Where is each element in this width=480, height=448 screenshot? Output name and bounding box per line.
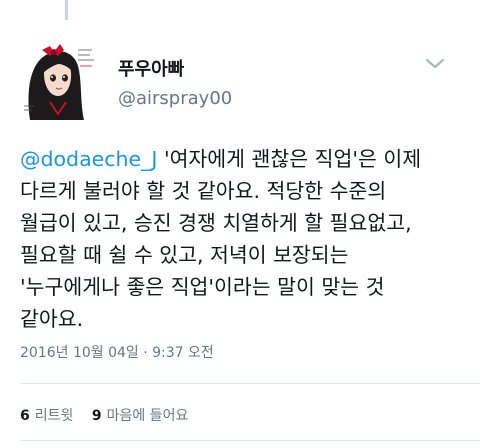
tweet-text-line-2: 다르게 불러야 할 것 같아요. 적당한 수준의 <box>20 179 387 203</box>
tweet-text-line-6: 같아요. <box>20 307 84 331</box>
tweet-text-line-4: 필요할 때 쉴 수 있고, 저녁이 보장되는 <box>20 243 349 267</box>
tweet-text: @dodaeche_J '여자에게 괜찮은 직업'은 이제 다르게 불러야 할 … <box>20 143 468 335</box>
tweet-text-line-5: '누구에게나 좋은 직업'이라는 말이 맞는 것 <box>20 275 385 299</box>
bottom-divider <box>20 440 480 441</box>
tweet-text-line-3: 월급이 있고, 승진 경쟁 치열하게 할 필요없고, <box>20 211 412 235</box>
tweet-text-line: @dodaeche_J '여자에게 괜찮은 직업'은 이제 <box>20 143 468 175</box>
divider <box>20 383 480 384</box>
tweet-text-line-1: '여자에게 괜찮은 직업'은 이제 <box>157 147 422 171</box>
like-label: 마음에 들어요 <box>106 408 189 424</box>
author-names: 푸우아빠 @airspray00 <box>118 58 232 112</box>
like-stat[interactable]: 9 마음에 들어요 <box>92 405 188 427</box>
chevron-down-icon[interactable] <box>424 56 446 72</box>
retweet-stat[interactable]: 6 리트윗 <box>20 405 73 427</box>
mention-link[interactable]: @dodaeche_J <box>20 147 157 171</box>
author-handle[interactable]: @airspray00 <box>118 86 232 112</box>
retweet-count: 6 <box>20 408 30 424</box>
thread-connector-line <box>65 0 68 20</box>
tweet-timestamp[interactable]: 2016년 10월 04일 · 9:37 오전 <box>20 342 214 364</box>
author-display-name[interactable]: 푸우아빠 <box>118 58 232 82</box>
retweet-label: 리트윗 <box>34 408 74 424</box>
anime-girl-avatar-icon <box>20 40 100 120</box>
avatar[interactable] <box>20 40 100 120</box>
tweet-header: 푸우아빠 @airspray00 <box>20 40 460 124</box>
tweet-stats: 6 리트윗 9 마음에 들어요 <box>20 405 202 427</box>
like-count: 9 <box>91 408 102 424</box>
